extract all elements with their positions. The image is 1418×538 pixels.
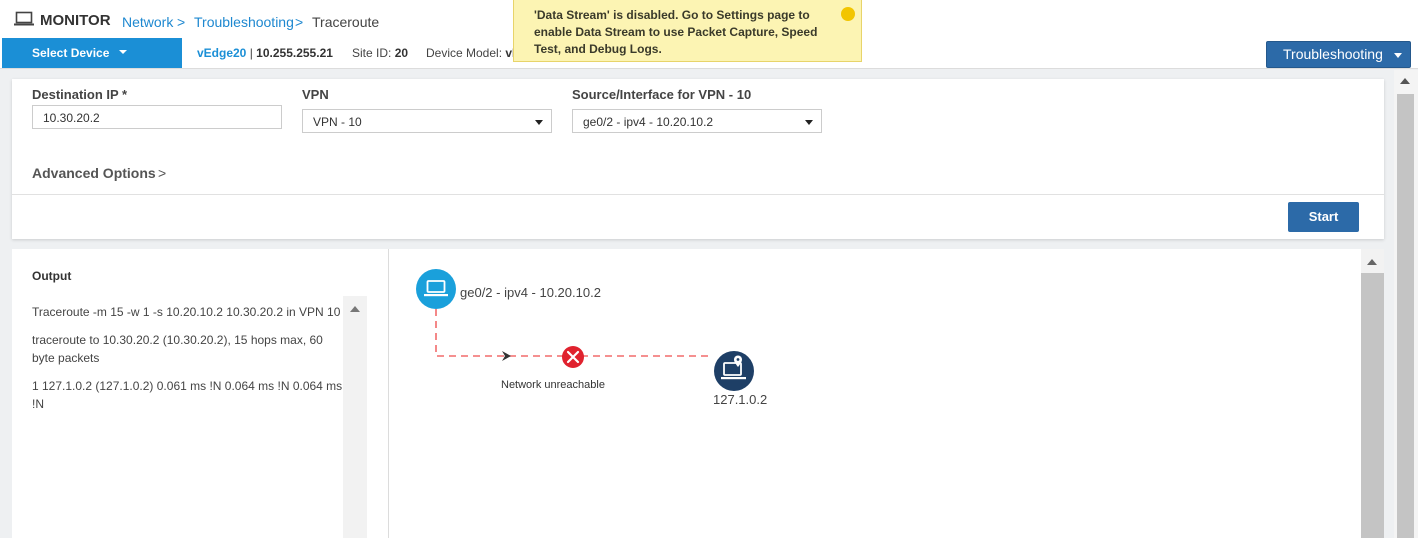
select-device-button[interactable]: Select Device: [2, 38, 182, 68]
chevron-down-icon: [535, 120, 543, 125]
monitor-icon: [14, 11, 34, 26]
output-line: traceroute to 10.30.20.2 (10.30.20.2), 1…: [32, 333, 323, 365]
output-title: Output: [32, 269, 72, 283]
data-stream-warning-toast: 'Data Stream' is disabled. Go to Setting…: [513, 0, 862, 62]
breadcrumb-troubleshooting[interactable]: Troubleshooting: [194, 14, 294, 30]
chevron-right-icon[interactable]: >: [158, 165, 166, 181]
traceroute-diagram: ge0/2 - ipv4 - 10.20.10.2 Network unreac…: [389, 249, 1384, 538]
device-name: vEdge20: [197, 46, 247, 60]
source-interface-label: Source/Interface for VPN - 10: [572, 87, 752, 102]
x-circle-icon: [562, 346, 584, 368]
device-model: Device Model: vE: [426, 46, 520, 60]
troubleshooting-dropdown-button[interactable]: Troubleshooting: [1266, 41, 1411, 68]
site-id-label: Site ID:: [352, 46, 392, 60]
device-summary: vEdge20 | 10.255.255.21: [197, 46, 333, 60]
source-interface-value: ge0/2 - ipv4 - 10.20.10.2: [583, 115, 714, 129]
toast-message: 'Data Stream' is disabled. Go to Setting…: [534, 8, 818, 56]
breadcrumb-current: Traceroute: [312, 14, 380, 30]
device-model-label: Device Model:: [426, 46, 503, 60]
advanced-options-toggle[interactable]: Advanced Options: [32, 165, 156, 181]
chevron-down-icon: [1394, 53, 1402, 58]
breadcrumb-separator: >: [295, 14, 304, 30]
destination-ip-input[interactable]: 10.30.20.2: [32, 105, 282, 129]
output-line: Traceroute -m 15 -w 1 -s 10.20.10.2 10.3…: [32, 305, 341, 319]
device-ip: 10.255.255.21: [256, 46, 333, 60]
breadcrumb-separator: >: [177, 14, 186, 30]
chevron-down-icon: [119, 50, 127, 54]
breadcrumb-network[interactable]: Network: [122, 14, 173, 30]
page-scrollbar[interactable]: [1394, 70, 1418, 538]
close-icon[interactable]: [841, 7, 855, 21]
traceroute-form: Destination IP * 10.30.20.2 VPN VPN - 10…: [12, 79, 1384, 239]
app-title: MONITOR: [40, 12, 111, 29]
site-id-value: 20: [394, 46, 409, 60]
scroll-up-icon[interactable]: [350, 306, 360, 312]
scrollbar-thumb[interactable]: [1397, 94, 1414, 538]
scrollbar-thumb[interactable]: [1361, 273, 1384, 538]
destination-node-label: 127.1.0.2: [713, 392, 768, 407]
output-scrollbar[interactable]: [343, 296, 367, 538]
source-interface-select[interactable]: ge0/2 - ipv4 - 10.20.10.2: [572, 109, 822, 133]
troubleshooting-button-label: Troubleshooting: [1283, 46, 1383, 62]
output-log: Traceroute -m 15 -w 1 -s 10.20.10.2 10.3…: [32, 303, 347, 423]
destination-ip-value: 10.30.20.2: [43, 111, 100, 125]
output-panel: Output Traceroute -m 15 -w 1 -s 10.20.10…: [12, 249, 389, 538]
destination-ip-label: Destination IP *: [32, 87, 128, 102]
vpn-value: VPN - 10: [313, 115, 362, 129]
vpn-select[interactable]: VPN - 10: [302, 109, 552, 133]
diagram-scrollbar[interactable]: [1361, 249, 1384, 538]
laptop-pin-icon: [714, 351, 754, 391]
vpn-label: VPN: [302, 87, 329, 102]
device-separator: |: [249, 46, 253, 60]
divider: [12, 194, 1384, 195]
network-unreachable-label: Network unreachable: [501, 379, 605, 391]
source-node: [416, 269, 456, 309]
site-id: Site ID: 20: [352, 46, 408, 60]
output-line: 1 127.1.0.2 (127.1.0.2) 0.061 ms !N 0.06…: [32, 379, 343, 411]
select-device-label: Select Device: [32, 46, 110, 60]
scroll-up-icon[interactable]: [1367, 259, 1377, 265]
source-node-label: ge0/2 - ipv4 - 10.20.10.2: [460, 285, 601, 300]
scroll-up-icon[interactable]: [1400, 78, 1410, 84]
start-button[interactable]: Start: [1288, 202, 1359, 232]
chevron-down-icon: [805, 120, 813, 125]
